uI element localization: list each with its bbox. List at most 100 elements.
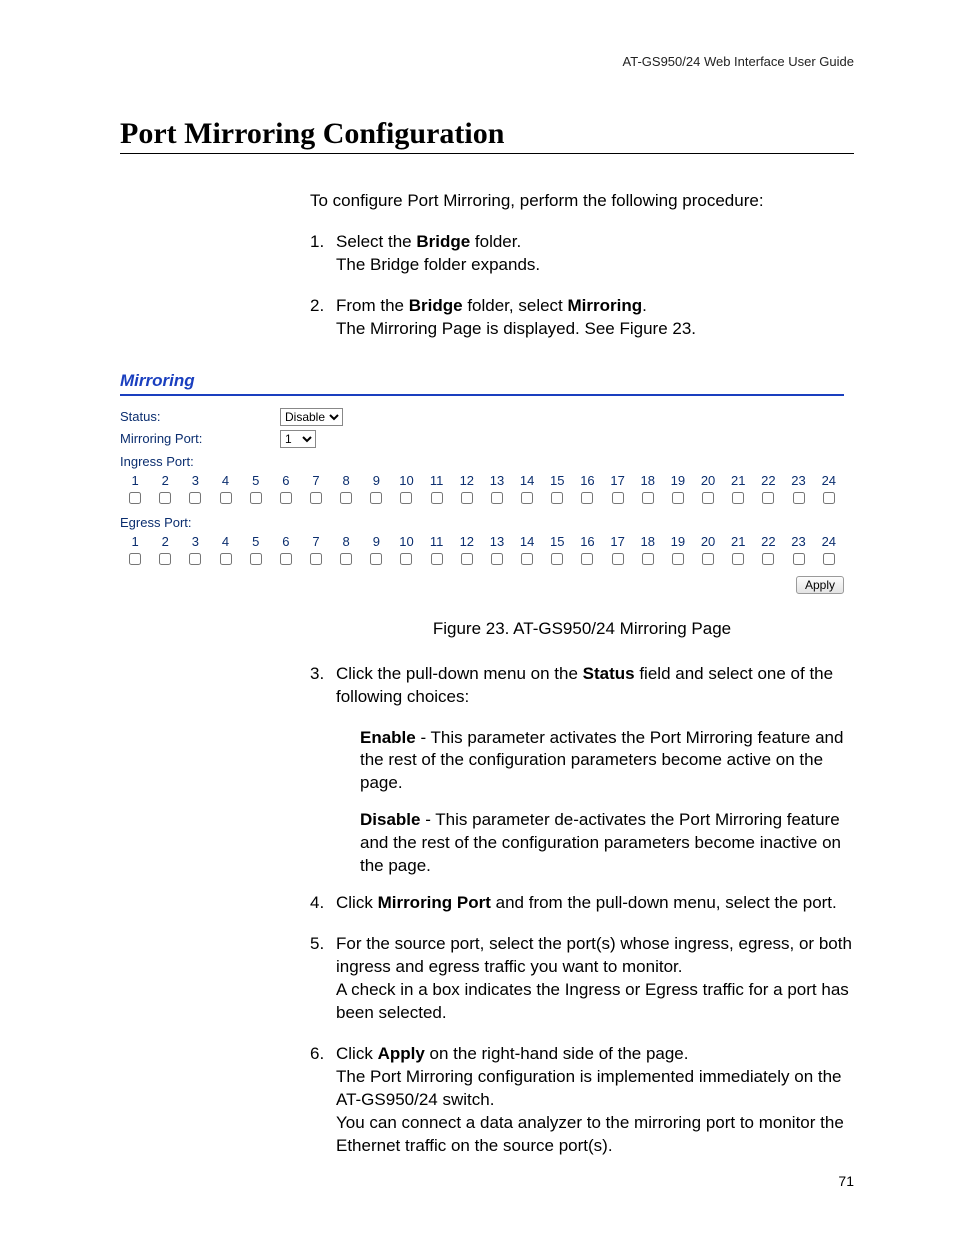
ingress-port-header: 17 — [603, 471, 633, 490]
figure-caption: Figure 23. AT-GS950/24 Mirroring Page — [310, 618, 854, 641]
step-number: 6. — [310, 1043, 336, 1158]
egress-port-header: 24 — [814, 532, 844, 551]
egress-port-header: 15 — [542, 532, 572, 551]
egress-port-checkbox-12[interactable] — [461, 553, 473, 565]
ingress-port-header: 18 — [633, 471, 663, 490]
ingress-port-header: 22 — [753, 471, 783, 490]
egress-port-checkbox-4[interactable] — [220, 553, 232, 565]
egress-port-header: 6 — [271, 532, 301, 551]
ingress-port-checkbox-8[interactable] — [340, 492, 352, 504]
ingress-port-checkbox-19[interactable] — [672, 492, 684, 504]
choice-text: Disable - This parameter de-activates th… — [360, 809, 854, 878]
ingress-port-header: 11 — [422, 471, 452, 490]
egress-port-checkbox-20[interactable] — [702, 553, 714, 565]
ingress-port-checkbox-18[interactable] — [642, 492, 654, 504]
egress-port-checkbox-23[interactable] — [793, 553, 805, 565]
egress-port-checkbox-5[interactable] — [250, 553, 262, 565]
egress-port-checkbox-1[interactable] — [129, 553, 141, 565]
ingress-port-checkbox-15[interactable] — [551, 492, 563, 504]
ingress-port-header: 1 — [120, 471, 150, 490]
ingress-port-checkbox-13[interactable] — [491, 492, 503, 504]
ingress-port-header: 7 — [301, 471, 331, 490]
mirroring-port-label: Mirroring Port: — [120, 431, 280, 446]
egress-port-checkbox-2[interactable] — [159, 553, 171, 565]
egress-port-checkbox-21[interactable] — [732, 553, 744, 565]
egress-port-checkbox-11[interactable] — [431, 553, 443, 565]
apply-button[interactable]: Apply — [796, 576, 844, 594]
ingress-port-header: 8 — [331, 471, 361, 490]
egress-port-checkbox-24[interactable] — [823, 553, 835, 565]
egress-port-checkbox-9[interactable] — [370, 553, 382, 565]
ingress-port-checkbox-21[interactable] — [732, 492, 744, 504]
egress-port-grid: 123456789101112131415161718192021222324 — [120, 532, 844, 570]
egress-port-checkbox-13[interactable] — [491, 553, 503, 565]
page-number: 71 — [838, 1173, 854, 1189]
panel-title: Mirroring — [120, 371, 844, 396]
egress-port-header: 3 — [180, 532, 210, 551]
egress-port-header: 21 — [723, 532, 753, 551]
egress-port-header: 10 — [391, 532, 421, 551]
egress-port-header: 16 — [572, 532, 602, 551]
ingress-port-header: 2 — [150, 471, 180, 490]
ingress-port-checkbox-12[interactable] — [461, 492, 473, 504]
running-head: AT-GS950/24 Web Interface User Guide — [120, 54, 854, 69]
egress-port-header: 17 — [603, 532, 633, 551]
ingress-port-header: 19 — [663, 471, 693, 490]
egress-port-checkbox-18[interactable] — [642, 553, 654, 565]
egress-port-header: 7 — [301, 532, 331, 551]
egress-port-header: 5 — [241, 532, 271, 551]
status-select[interactable]: DisableEnable — [280, 408, 343, 426]
egress-port-checkbox-16[interactable] — [581, 553, 593, 565]
ingress-port-checkbox-4[interactable] — [220, 492, 232, 504]
egress-port-checkbox-17[interactable] — [612, 553, 624, 565]
ingress-port-header: 10 — [391, 471, 421, 490]
ingress-port-header: 16 — [572, 471, 602, 490]
ingress-port-header: 14 — [512, 471, 542, 490]
ingress-port-checkbox-17[interactable] — [612, 492, 624, 504]
egress-port-header: 11 — [422, 532, 452, 551]
steps-top: 1.Select the Bridge folder.The Bridge fo… — [310, 231, 854, 341]
ingress-port-checkbox-6[interactable] — [280, 492, 292, 504]
ingress-port-checkbox-1[interactable] — [129, 492, 141, 504]
ingress-port-checkbox-16[interactable] — [581, 492, 593, 504]
ingress-port-checkbox-10[interactable] — [400, 492, 412, 504]
egress-port-checkbox-8[interactable] — [340, 553, 352, 565]
status-label: Status: — [120, 409, 280, 424]
ingress-port-header: 4 — [210, 471, 240, 490]
egress-port-checkbox-10[interactable] — [400, 553, 412, 565]
egress-port-checkbox-14[interactable] — [521, 553, 533, 565]
ingress-port-checkbox-5[interactable] — [250, 492, 262, 504]
ingress-port-checkbox-14[interactable] — [521, 492, 533, 504]
ingress-port-checkbox-11[interactable] — [431, 492, 443, 504]
step-number: 1. — [310, 231, 336, 277]
egress-port-checkbox-19[interactable] — [672, 553, 684, 565]
ingress-port-header: 3 — [180, 471, 210, 490]
ingress-port-header: 24 — [814, 471, 844, 490]
ingress-port-header: 5 — [241, 471, 271, 490]
egress-port-checkbox-6[interactable] — [280, 553, 292, 565]
egress-port-checkbox-7[interactable] — [310, 553, 322, 565]
step-number: 3. — [310, 663, 336, 709]
ingress-port-checkbox-9[interactable] — [370, 492, 382, 504]
egress-port-checkbox-15[interactable] — [551, 553, 563, 565]
ingress-port-checkbox-2[interactable] — [159, 492, 171, 504]
egress-port-checkbox-3[interactable] — [189, 553, 201, 565]
ingress-port-checkbox-20[interactable] — [702, 492, 714, 504]
mirroring-port-select[interactable]: 123456789101112131415161718192021222324 — [280, 430, 316, 448]
ingress-port-checkbox-23[interactable] — [793, 492, 805, 504]
egress-port-header: 19 — [663, 532, 693, 551]
step-number: 4. — [310, 892, 336, 915]
egress-port-header: 12 — [452, 532, 482, 551]
ingress-port-checkbox-22[interactable] — [762, 492, 774, 504]
ingress-port-checkbox-24[interactable] — [823, 492, 835, 504]
egress-port-checkbox-22[interactable] — [762, 553, 774, 565]
ingress-port-checkbox-3[interactable] — [189, 492, 201, 504]
egress-port-header: 23 — [783, 532, 813, 551]
ingress-port-header: 12 — [452, 471, 482, 490]
step-text: From the Bridge folder, select Mirroring… — [336, 295, 854, 341]
ingress-port-checkbox-7[interactable] — [310, 492, 322, 504]
step-text: Select the Bridge folder.The Bridge fold… — [336, 231, 854, 277]
choice-text: Enable - This parameter activates the Po… — [360, 727, 854, 796]
egress-port-header: 1 — [120, 532, 150, 551]
ingress-port-grid: 123456789101112131415161718192021222324 — [120, 471, 844, 509]
